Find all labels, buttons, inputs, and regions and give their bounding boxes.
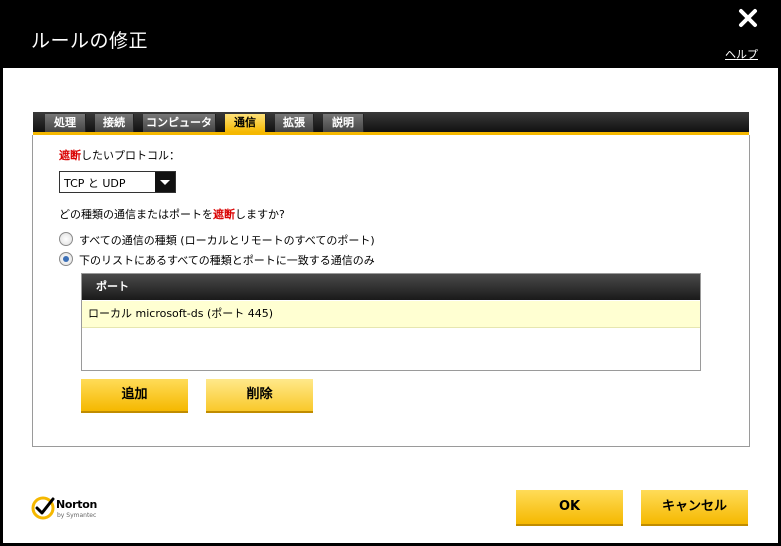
add-button[interactable]: 追加 xyxy=(81,379,188,413)
tab-computer[interactable]: コンピュータ xyxy=(143,114,216,132)
chevron-down-icon xyxy=(155,172,175,192)
port-row-label: ローカル microsoft-ds (ポート 445) xyxy=(88,307,274,320)
close-icon[interactable] xyxy=(738,8,758,28)
block-question-part2: しますか? xyxy=(235,208,285,221)
block-question-red: 遮断 xyxy=(213,208,235,221)
logo-sub: by Symantec xyxy=(57,512,97,519)
tab-action[interactable]: 処理 xyxy=(45,114,86,132)
checkmark-logo-icon xyxy=(31,496,55,520)
delete-button[interactable]: 削除 xyxy=(206,379,313,413)
list-item[interactable]: ローカル microsoft-ds (ポート 445) xyxy=(82,301,700,328)
tab-description[interactable]: 説明 xyxy=(323,114,364,132)
block-question-part1: どの種類の通信またはポートを xyxy=(59,208,213,221)
tab-connection[interactable]: 接続 xyxy=(95,114,134,132)
port-column-header: ポート xyxy=(96,280,129,293)
tab-bar: 処理 接続 コンピュータ 通信 拡張 説明 xyxy=(33,112,749,135)
tab-extended[interactable]: 拡張 xyxy=(275,114,314,132)
protocol-label-text: したいプロトコル： xyxy=(81,149,180,162)
block-question: どの種類の通信またはポートを遮断しますか? xyxy=(59,206,285,222)
port-list-header: ポート xyxy=(82,274,700,300)
dialog-body: 処理 接続 コンピュータ 通信 拡張 説明 遮断したいプロトコル： TCP と … xyxy=(3,68,778,543)
radio-all-traffic-label[interactable]: すべての通信の種類 (ローカルとリモートのすべてのポート) xyxy=(79,232,375,248)
help-link[interactable]: ヘルプ xyxy=(725,46,758,62)
title-bar: ルールの修正 ヘルプ xyxy=(0,0,781,68)
radio-listed-traffic-label[interactable]: 下のリストにあるすべての種類とポートに一致する通信のみ xyxy=(79,252,375,268)
ok-button[interactable]: OK xyxy=(516,490,623,526)
protocol-label: 遮断したいプロトコル： xyxy=(59,147,180,163)
protocol-select[interactable]: TCP と UDP xyxy=(59,171,176,193)
radio-all-traffic[interactable] xyxy=(59,232,73,246)
cancel-button[interactable]: キャンセル xyxy=(641,490,748,526)
protocol-select-value: TCP と UDP xyxy=(64,177,126,190)
norton-logo: Norton by Symantec xyxy=(31,494,111,524)
protocol-label-red: 遮断 xyxy=(59,149,81,162)
tab-traffic[interactable]: 通信 xyxy=(225,114,266,132)
window-title: ルールの修正 xyxy=(31,30,149,52)
tab-panel-traffic: 遮断したいプロトコル： TCP と UDP どの種類の通信またはポートを遮断しま… xyxy=(32,135,750,447)
logo-name: Norton xyxy=(56,498,98,511)
port-list[interactable]: ポート ローカル microsoft-ds (ポート 445) xyxy=(81,273,701,371)
radio-listed-traffic[interactable] xyxy=(59,252,73,266)
